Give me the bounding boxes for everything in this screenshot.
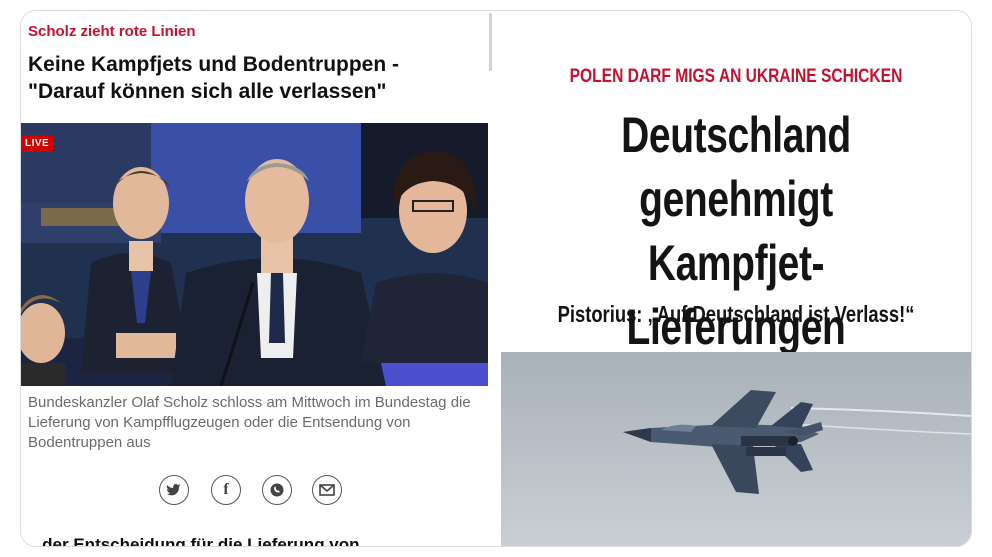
- left-article-screenshot[interactable]: Scholz zieht rote Linien Keine Kampfjets…: [21, 11, 488, 546]
- bundestag-photo-image: [21, 123, 488, 386]
- image-divider: [488, 11, 501, 546]
- fighter-jet-photo[interactable]: [501, 352, 971, 546]
- live-badge: LIVE: [21, 135, 54, 152]
- right-article-screenshot[interactable]: POLEN DARF MIGS AN UKRAINE SCHICKEN Deut…: [501, 11, 971, 546]
- cut-off-paragraph: ...der Entscheidung für die Lieferung vo…: [28, 535, 360, 547]
- right-headline-line2: genehmigt Kampfjet-: [639, 171, 833, 291]
- left-headline-line2: "Darauf können sich alle verlassen": [28, 80, 387, 103]
- facebook-icon: f: [223, 481, 229, 498]
- whatsapp-share-button[interactable]: [262, 475, 292, 505]
- right-subline: Pistorius: „Auf Deutschland ist Verlass!…: [557, 301, 915, 327]
- facebook-share-button[interactable]: f: [211, 475, 241, 505]
- right-kicker: POLEN DARF MIGS AN UKRAINE SCHICKEN: [569, 66, 903, 87]
- email-icon: [319, 484, 335, 496]
- right-headline-line1: Deutschland: [621, 107, 851, 163]
- twitter-share-button[interactable]: [159, 475, 189, 505]
- fighter-jet-image: [501, 352, 971, 546]
- photo-caption: Bundeskanzler Olaf Scholz schloss am Mit…: [28, 394, 471, 451]
- left-headline-line1: Keine Kampfjets und Bodentruppen -: [28, 53, 400, 76]
- email-share-button[interactable]: [312, 475, 342, 505]
- bundestag-photo[interactable]: LIVE: [21, 123, 488, 386]
- whatsapp-icon: [270, 483, 284, 497]
- left-headline: Keine Kampfjets und Bodentruppen - "Dara…: [28, 51, 483, 105]
- left-kicker: Scholz zieht rote Linien: [28, 23, 196, 40]
- scrollbar[interactable]: [489, 13, 492, 71]
- tweet-media-card[interactable]: Scholz zieht rote Linien Keine Kampfjets…: [20, 10, 972, 547]
- twitter-icon: [166, 484, 181, 496]
